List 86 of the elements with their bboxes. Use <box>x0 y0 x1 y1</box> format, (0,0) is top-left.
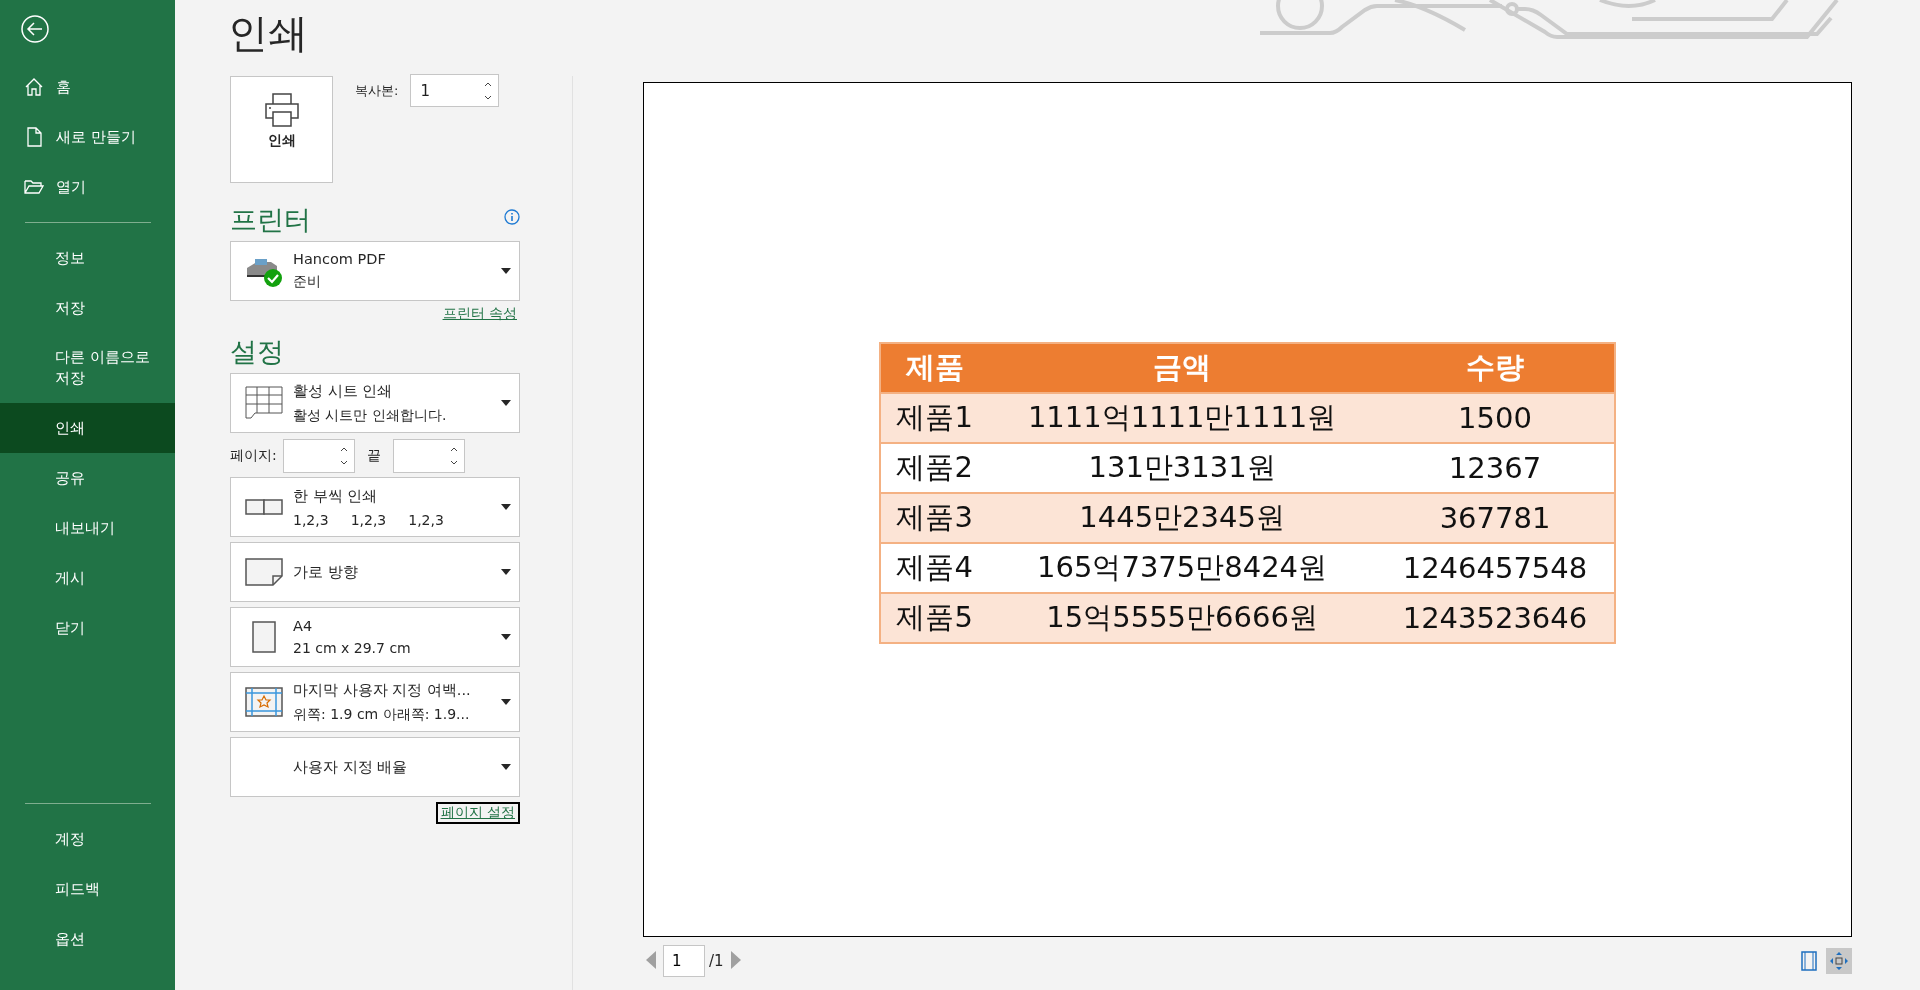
printer-heading: 프린터 <box>230 203 311 237</box>
dropdown-caret-icon <box>501 699 511 705</box>
table-cell: 15억5555만6666원 <box>988 592 1376 643</box>
dropdown-subtitle: 21 cm x 29.7 cm <box>293 640 412 656</box>
page-total: /1 <box>709 952 724 970</box>
settings-dropdown[interactable]: 한 부씩 인쇄 1,2,3 1,2,3 1,2,3 <box>230 477 520 537</box>
printer-dropdown[interactable]: Hancom PDF 준비 <box>230 241 520 301</box>
column-header: 수량 <box>1375 342 1615 393</box>
table-cell: 12367 <box>1375 442 1615 493</box>
document-icon <box>24 127 44 147</box>
table-cell: 제품2 <box>880 442 989 493</box>
dropdown-subtitle: 활성 시트만 인쇄합니다. <box>293 406 448 425</box>
sidebar-item[interactable]: 내보내기 <box>0 503 175 553</box>
sidebar-item[interactable]: 계정 <box>0 814 175 864</box>
dropdown-title: 가로 방향 <box>293 562 359 582</box>
table-cell: 1243523646 <box>1375 592 1615 643</box>
dropdown-caret-icon <box>501 569 511 575</box>
column-header: 금액 <box>988 342 1376 393</box>
settings-heading: 설정 <box>230 335 284 369</box>
page-setup-link[interactable]: 페이지 설정 <box>435 802 520 824</box>
sidebar-item[interactable]: 저장 <box>0 283 175 333</box>
table-cell: 1445만2345원 <box>988 492 1376 543</box>
table-cell: 1246457548 <box>1375 542 1615 593</box>
dropdown-title: 활성 시트 인쇄 <box>293 381 394 401</box>
table-cell: 제품3 <box>880 492 989 543</box>
printer-icon <box>263 91 300 128</box>
portrait-page-icon <box>252 621 276 653</box>
settings-dropdown[interactable]: 활성 시트 인쇄 활성 시트만 인쇄합니다. <box>230 373 520 433</box>
print-button[interactable]: 인쇄 <box>230 76 333 183</box>
table-cell: 1111억1111만1111원 <box>988 392 1376 443</box>
info-icon[interactable] <box>504 209 520 225</box>
spinner-arrows-icon[interactable] <box>449 445 458 467</box>
page-to-label: 끝 <box>366 447 381 465</box>
dropdown-subtitle: 위쪽: 1.9 cm 아래쪽: 1.9... <box>293 705 471 724</box>
table-cell: 제품5 <box>880 592 989 643</box>
spinner-arrows-icon[interactable] <box>339 445 348 467</box>
dropdown-caret-icon <box>501 764 511 770</box>
sidebar-item[interactable]: 게시 <box>0 553 175 603</box>
dropdown-caret-icon <box>501 504 511 510</box>
sidebar-item[interactable]: 다른 이름으로 저장 <box>0 333 175 403</box>
settings-dropdown[interactable]: 가로 방향 <box>230 542 520 602</box>
sheet-grid-icon <box>245 386 283 420</box>
dropdown-caret-icon <box>501 634 511 640</box>
home-icon <box>24 77 44 97</box>
pages-label: 페이지: <box>230 447 277 465</box>
sidebar-item[interactable]: 인쇄 <box>0 403 175 453</box>
table-cell: 1500 <box>1375 392 1615 443</box>
back-button[interactable] <box>20 14 50 44</box>
folder-icon <box>24 177 44 197</box>
zoom-to-page-button[interactable] <box>1826 948 1852 974</box>
collate-order-text: 1,2,3 <box>293 511 329 528</box>
collate-order-text: 1,2,3 <box>408 511 444 528</box>
sidebar-item[interactable]: 열기 <box>0 162 175 212</box>
settings-dropdown[interactable]: 사용자 지정 배율 <box>230 737 520 797</box>
sidebar-item[interactable]: 공유 <box>0 453 175 503</box>
table-cell: 제품1 <box>880 392 989 443</box>
table-cell: 제품4 <box>880 542 989 593</box>
page-title: 인쇄 <box>228 9 308 58</box>
sidebar-item[interactable]: 홈 <box>0 62 175 112</box>
settings-dropdown[interactable]: 마지막 사용자 지정 여백... 위쪽: 1.9 cm 아래쪽: 1.9... <box>230 672 520 732</box>
dropdown-caret-icon <box>501 268 511 274</box>
dropdown-title: A4 <box>293 618 314 634</box>
sidebar-item[interactable]: 새로 만들기 <box>0 112 175 162</box>
dropdown-title: 사용자 지정 배율 <box>293 757 409 777</box>
table-cell: 131만3131원 <box>988 442 1376 493</box>
printer-name: Hancom PDF <box>293 251 387 267</box>
page-number-field[interactable]: 1 <box>663 945 705 977</box>
printer-properties-link[interactable]: 프린터 속성 <box>439 305 520 323</box>
dropdown-caret-icon <box>501 400 511 406</box>
printer-status: 준비 <box>293 273 322 291</box>
margins-icon <box>245 687 283 717</box>
column-header: 제품 <box>880 342 989 393</box>
sidebar-item[interactable]: 정보 <box>0 233 175 283</box>
copies-spinner[interactable]: 1 <box>410 74 500 107</box>
collate-pages-icon <box>245 498 283 516</box>
collate-order-text: 1,2,3 <box>350 511 387 528</box>
sidebar-item[interactable]: 피드백 <box>0 864 175 914</box>
table-cell: 367781 <box>1375 492 1615 543</box>
landscape-page-icon <box>245 558 283 586</box>
dropdown-title: 한 부씩 인쇄 <box>293 486 379 506</box>
table-cell: 165억7375만8424원 <box>988 542 1376 593</box>
sidebar-item[interactable]: 옵션 <box>0 914 175 964</box>
dropdown-title: 마지막 사용자 지정 여백... <box>293 680 472 700</box>
settings-dropdown[interactable]: A4 21 cm x 29.7 cm <box>230 607 520 667</box>
copies-label: 복사본: <box>355 82 399 100</box>
sidebar-item[interactable]: 닫기 <box>0 603 175 653</box>
